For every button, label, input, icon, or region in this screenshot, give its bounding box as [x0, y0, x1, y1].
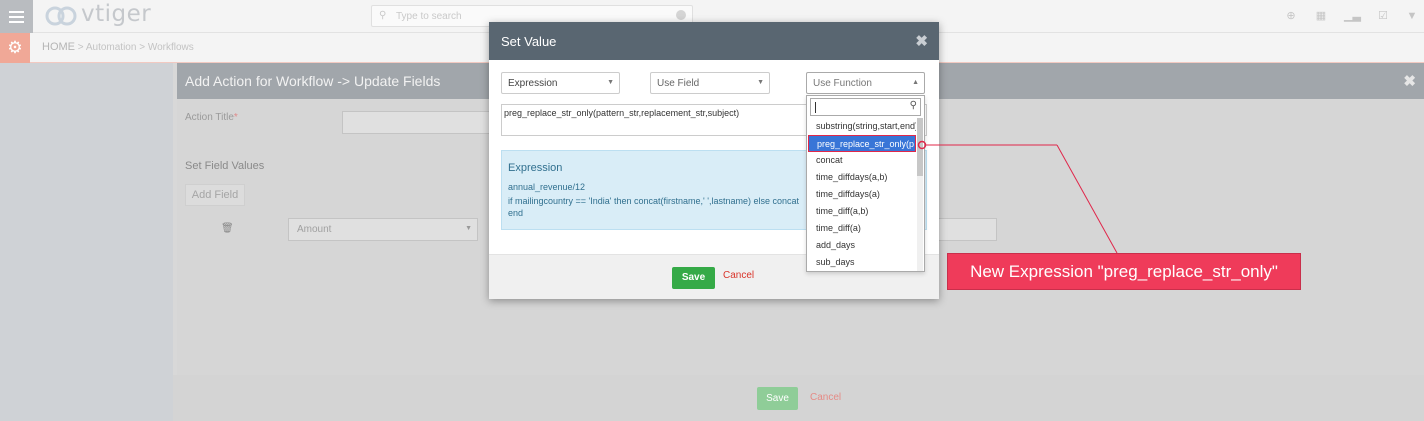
function-dropdown: ⚲ substring(string,start,end) preg_replac… — [806, 95, 925, 272]
panel-save-button[interactable]: Save — [757, 387, 798, 410]
field-select-value: Amount — [297, 224, 332, 235]
chevron-down-icon: ▼ — [465, 225, 472, 232]
left-sidebar — [0, 63, 173, 421]
menu-icon[interactable] — [0, 0, 33, 33]
panel-title: Add Action for Workflow -> Update Fields — [185, 73, 441, 89]
function-option[interactable]: add_days — [808, 237, 916, 254]
clear-search-icon[interactable] — [676, 10, 686, 20]
search-icon: ⚲ — [379, 10, 387, 21]
set-field-values-heading: Set Field Values — [185, 160, 265, 172]
use-function-select[interactable]: Use Function ▲ — [806, 72, 925, 94]
modal-close-icon[interactable]: ✖ — [915, 32, 928, 50]
chevron-down-icon: ▼ — [607, 79, 614, 86]
modal-cancel-link[interactable]: Cancel — [723, 270, 754, 281]
search-icon: ⚲ — [909, 100, 917, 111]
breadcrumb: HOME > Automation > Workflows — [42, 41, 194, 53]
field-select[interactable]: Amount ▼ — [288, 218, 478, 241]
tasks-icon[interactable]: ☑ — [1376, 9, 1390, 23]
use-field-select[interactable]: Use Field ▼ — [650, 72, 770, 94]
logo-mark-icon — [45, 6, 77, 26]
use-field-select-value: Use Field — [657, 78, 700, 89]
function-option[interactable]: substring(string,start,end) — [808, 118, 916, 135]
modal-header: Set Value ✖ — [489, 22, 939, 60]
action-title-label: Action Title* — [185, 112, 238, 123]
function-option[interactable]: time_diff(a) — [808, 220, 916, 237]
function-search-input[interactable]: ⚲ — [810, 98, 921, 116]
value-type-select-value: Expression — [508, 78, 558, 89]
function-option[interactable]: concat — [808, 152, 916, 169]
breadcrumb-home[interactable]: HOME — [42, 41, 75, 53]
function-option[interactable]: time_diffdays(a,b) — [808, 169, 916, 186]
vtiger-logo[interactable]: vtiger — [43, 1, 163, 29]
panel-footer — [173, 375, 1424, 421]
function-option[interactable]: time_diff(a,b) — [808, 203, 916, 220]
use-function-select-value: Use Function — [813, 78, 872, 89]
modal-title: Set Value — [501, 34, 557, 49]
add-field-button[interactable]: Add Field — [185, 184, 245, 206]
callout-connector — [917, 140, 1118, 254]
breadcrumb-path[interactable]: > Automation > Workflows — [75, 42, 194, 53]
search-placeholder: Type to search — [396, 11, 462, 22]
panel-close-icon[interactable]: ✖ — [1403, 72, 1416, 90]
user-menu-icon[interactable]: ▼ — [1405, 9, 1419, 23]
text-cursor — [815, 102, 816, 113]
expression-value: preg_replace_str_only(pattern_str,replac… — [504, 108, 740, 118]
modal-save-button[interactable]: Save — [672, 267, 715, 289]
chevron-down-icon: ▼ — [757, 79, 764, 86]
chevron-up-icon: ▲ — [912, 79, 919, 86]
brand-name: vtiger — [81, 1, 152, 27]
action-title-input[interactable] — [342, 111, 492, 134]
function-option-highlighted[interactable]: preg_replace_str_only(p — [808, 135, 916, 152]
panel-cancel-link[interactable]: Cancel — [810, 392, 841, 403]
function-option[interactable]: sub_days — [808, 254, 916, 271]
value-type-select[interactable]: Expression ▼ — [501, 72, 620, 94]
delete-field-icon[interactable]: 🗑 — [221, 223, 234, 234]
function-option[interactable]: time_diffdays(a) — [808, 186, 916, 203]
add-icon[interactable]: ⊕ — [1284, 9, 1298, 23]
settings-gear-icon[interactable]: ⚙ — [0, 33, 30, 63]
callout-label: New Expression "preg_replace_str_only" — [947, 253, 1301, 290]
reports-icon[interactable]: ▁▃ — [1344, 9, 1361, 23]
calendar-icon[interactable]: ▦ — [1314, 9, 1328, 23]
